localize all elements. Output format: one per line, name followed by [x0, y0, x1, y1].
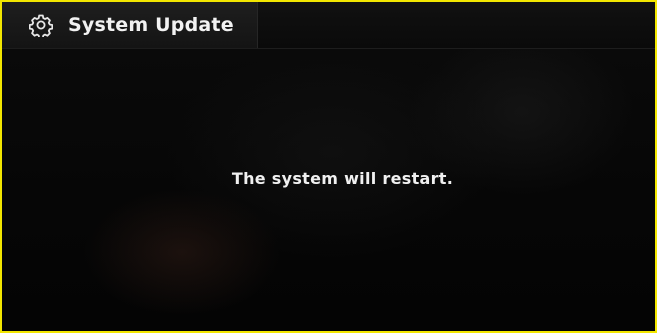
title-tab: System Update [2, 2, 258, 48]
restart-message-text: The system will restart. [231, 169, 454, 188]
screen-frame: System Update The system will restart. [0, 0, 657, 333]
page-title: System Update [68, 14, 234, 36]
update-screen: System Update The system will restart. [2, 2, 655, 331]
status-message: The system will restart. [2, 168, 655, 190]
gear-icon [29, 14, 53, 37]
title-bar: System Update [2, 2, 655, 49]
